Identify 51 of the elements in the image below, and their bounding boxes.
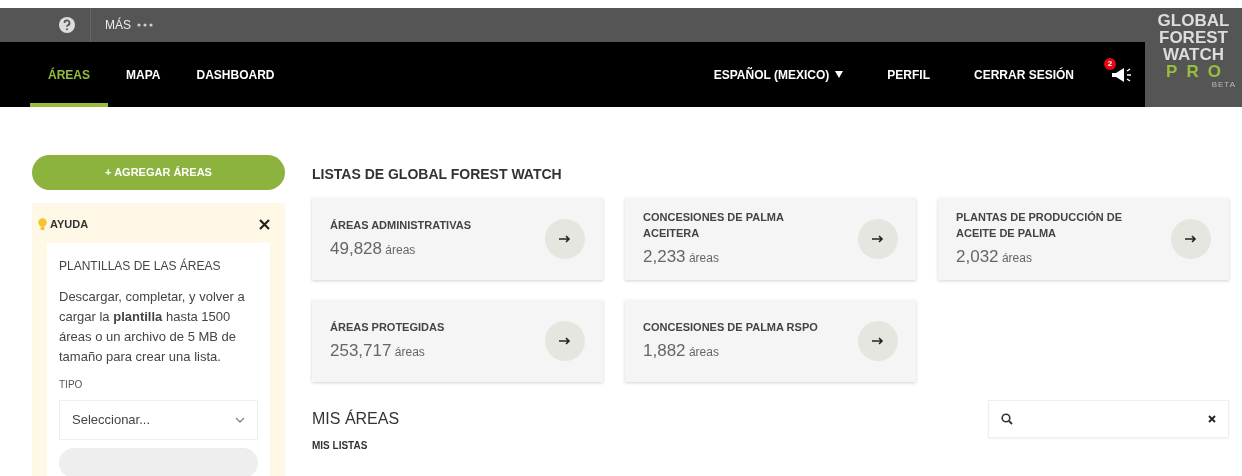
nav-link[interactable]: PERFIL: [887, 65, 930, 84]
area-count: 253,717 áreas: [330, 339, 426, 362]
nav-link[interactable]: CERRAR SESIÓN: [974, 65, 1074, 84]
arrow-right-icon: [872, 235, 884, 243]
field-label: TIPO: [59, 378, 84, 392]
arrow-button[interactable]: [858, 219, 898, 259]
card-title: CONCESIONES DE PALMA RSPO: [643, 319, 818, 335]
arrow-right-icon: [1185, 235, 1197, 243]
area-count: 49,828 áreas: [330, 237, 417, 260]
chevron-down-icon: [235, 417, 245, 423]
section-title: MIS ÁREAS: [312, 408, 400, 429]
nav-tab[interactable]: DASHBOARD: [178, 42, 293, 107]
arrow-button[interactable]: [858, 321, 898, 361]
help-text: Descargar, completar, y volver a cargar la plantilla hasta 1500 áreas o un archivo de 5 MB de tamaño para crear una lista.: [59, 288, 246, 366]
nav-tab[interactable]: ÁREAS: [30, 42, 108, 107]
list-card[interactable]: PLANTAS DE PRODUCCIÓN DE ACEITE DE PALMA 2,032 áreas: [938, 198, 1229, 280]
lightbulb-icon: [38, 217, 47, 231]
card-title: CONCESIONES DE PALMA ACEITERA: [643, 209, 785, 241]
arrow-right-icon: [559, 235, 571, 243]
section-title: LISTAS DE GLOBAL FOREST WATCH: [312, 165, 563, 184]
arrow-button[interactable]: [545, 219, 585, 259]
arrow-button[interactable]: [545, 321, 585, 361]
area-count: 2,233 áreas: [643, 245, 720, 268]
arrow-button[interactable]: [1171, 219, 1211, 259]
help-icon[interactable]: [58, 16, 76, 34]
more-icon: [137, 23, 153, 27]
clear-icon[interactable]: [1208, 415, 1216, 423]
nav-tab[interactable]: MAPA: [108, 42, 179, 107]
search-icon: [1001, 413, 1013, 425]
area-count: 1,882 áreas: [643, 339, 720, 362]
card-title: ÁREAS ADMINISTRATIVAS: [330, 217, 471, 233]
list-card[interactable]: ÁREAS ADMINISTRATIVAS 49,828 áreas: [312, 198, 603, 280]
arrow-right-icon: [559, 337, 571, 345]
area-count: 2,032 áreas: [956, 245, 1033, 268]
arrow-right-icon: [872, 337, 884, 345]
type-select[interactable]: Seleccionar...: [59, 400, 258, 440]
caret-icon: [835, 71, 844, 78]
help-title: AYUDA: [50, 216, 89, 232]
subsection-title: MIS LISTAS: [312, 439, 369, 453]
close-icon: [259, 219, 270, 231]
language-selector[interactable]: ESPAÑOL (MEXICO): [713, 65, 844, 84]
megaphone-icon[interactable]: [1110, 65, 1132, 84]
card-title: PLANTAS DE PRODUCCIÓN DE ACEITE DE PALMA: [956, 209, 1124, 241]
list-card[interactable]: CONCESIONES DE PALMA RSPO 1,882 áreas: [625, 300, 916, 382]
notification-badge: 2: [1104, 58, 1116, 71]
more-menu-button[interactable]: MÁS: [105, 16, 153, 34]
list-card[interactable]: CONCESIONES DE PALMA ACEITERA 2,233 áreas: [625, 198, 916, 280]
search-field[interactable]: [988, 400, 1229, 438]
card-title: ÁREAS PROTEGIDAS: [330, 319, 445, 335]
help-card-title: PLANTILLAS DE LAS ÁREAS: [59, 257, 222, 275]
list-card[interactable]: ÁREAS PROTEGIDAS 253,717 áreas: [312, 300, 603, 382]
